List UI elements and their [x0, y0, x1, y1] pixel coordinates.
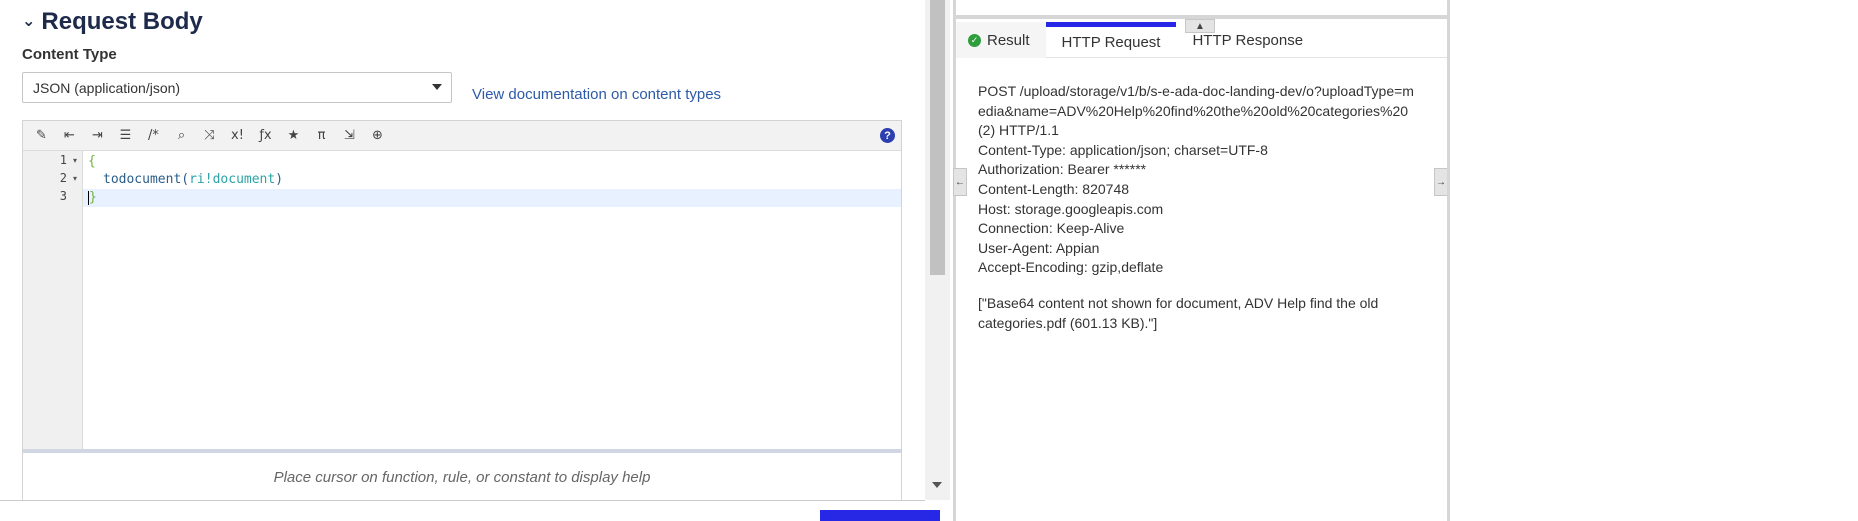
editor-toolbar: ✎ ⇤ ⇥ ☰ /* ⌕ ⤨ x! ƒx ★ π ⇲ ⊕ ?	[23, 121, 901, 151]
footer-strip	[0, 500, 925, 521]
function-icon[interactable]: ƒx	[257, 127, 274, 144]
code-area[interactable]: { todocument(ri!document) }	[83, 151, 901, 449]
search-icon[interactable]: ⌕	[173, 127, 190, 144]
content-type-label: Content Type	[22, 46, 117, 63]
shuffle-icon[interactable]: ⤨	[201, 127, 218, 144]
header-line: Host: storage.googleapis.com	[978, 200, 1164, 217]
close-paren: )	[275, 172, 284, 187]
x-exclaim-icon[interactable]: x!	[229, 127, 246, 144]
header-line: Content-Type: application/json; charset=…	[978, 141, 1268, 158]
function-argument: ri!document	[189, 172, 276, 187]
content-type-value: JSON (application/json)	[33, 79, 181, 96]
globe-icon[interactable]: ⊕	[369, 127, 386, 144]
tab-http-request[interactable]: HTTP Request	[1045, 22, 1177, 58]
request-line: POST /upload/storage/v1/b/s-e-ada-doc-la…	[978, 83, 1414, 139]
pane-divider-right[interactable]	[1447, 0, 1450, 521]
magic-wand-icon[interactable]: ✎	[33, 127, 50, 144]
arrow-right-icon[interactable]: →	[1434, 168, 1448, 196]
header-line: User-Agent: Appian	[978, 239, 1100, 256]
function-help-bar: Place cursor on function, rule, or const…	[23, 449, 901, 501]
tab-result[interactable]: ✓ Result	[956, 22, 1046, 58]
tab-http-request-label: HTTP Request	[1061, 34, 1161, 51]
outdent-icon[interactable]: ⇤	[61, 127, 78, 144]
tab-http-response-label: HTTP Response	[1192, 31, 1304, 49]
section-title: Request Body	[41, 8, 203, 35]
function-name: todocument	[103, 172, 182, 187]
collapse-up-icon[interactable]: ▲	[1185, 19, 1215, 33]
active-line-highlight	[83, 189, 901, 207]
code-line-3: }	[88, 189, 97, 207]
documentation-link[interactable]: View documentation on content types	[472, 86, 721, 103]
code-line-2: todocument(ri!document)	[103, 171, 283, 189]
primary-action-button[interactable]	[820, 510, 940, 521]
arrow-left-icon[interactable]: ←	[953, 168, 967, 196]
help-icon[interactable]: ?	[880, 128, 895, 143]
content-type-select[interactable]: JSON (application/json)	[22, 72, 452, 103]
line-gutter: 1 ▾ 2 ▾ 3	[23, 151, 83, 449]
http-request-headers: POST /upload/storage/v1/b/s-e-ada-doc-la…	[978, 82, 1418, 278]
comment-icon[interactable]: /*	[145, 127, 162, 144]
scroll-down-arrow-icon[interactable]	[932, 482, 942, 488]
line-number: 1	[59, 153, 67, 167]
dropdown-arrow-icon[interactable]	[432, 84, 442, 90]
star-icon[interactable]: ★	[285, 127, 302, 144]
open-paren: (	[181, 172, 190, 187]
fold-arrow-icon[interactable]: ▾	[73, 174, 77, 183]
http-request-body: ["Base64 content not shown for document,…	[978, 295, 1379, 331]
line-number: 3	[59, 189, 67, 203]
section-header[interactable]: ⌄ Request Body	[22, 6, 203, 38]
expression-editor: ✎ ⇤ ⇥ ☰ /* ⌕ ⤨ x! ƒx ★ π ⇲ ⊕ ? 1 ▾ 2 ▾ 3	[22, 120, 902, 501]
scrollbar-thumb[interactable]	[930, 0, 945, 275]
code-line-1: {	[88, 154, 96, 169]
pi-icon[interactable]: π	[313, 127, 330, 144]
fold-arrow-icon[interactable]: ▾	[73, 156, 77, 165]
export-icon[interactable]: ⇲	[341, 127, 358, 144]
line-number: 2	[59, 171, 67, 185]
closing-brace: }	[89, 190, 97, 205]
indent-icon[interactable]: ⇥	[89, 127, 106, 144]
tab-result-label: Result	[987, 31, 1030, 49]
request-body-pane: ⌄ Request Body Content Type JSON (applic…	[0, 0, 925, 521]
header-line: Authorization: Bearer ******	[978, 161, 1147, 178]
vertical-scrollbar[interactable]	[925, 0, 950, 500]
app-root: ⌄ Request Body Content Type JSON (applic…	[0, 0, 1858, 521]
check-circle-icon: ✓	[968, 33, 981, 47]
list-icon[interactable]: ☰	[117, 127, 134, 144]
chevron-down-icon[interactable]: ⌄	[22, 11, 35, 31]
header-line: Connection: Keep-Alive	[978, 220, 1125, 237]
result-pane: ✓ Result HTTP Request HTTP Response ▲ ← …	[953, 0, 1448, 521]
header-line: Content-Length: 820748	[978, 180, 1130, 197]
header-line: Accept-Encoding: gzip,deflate	[978, 259, 1164, 276]
